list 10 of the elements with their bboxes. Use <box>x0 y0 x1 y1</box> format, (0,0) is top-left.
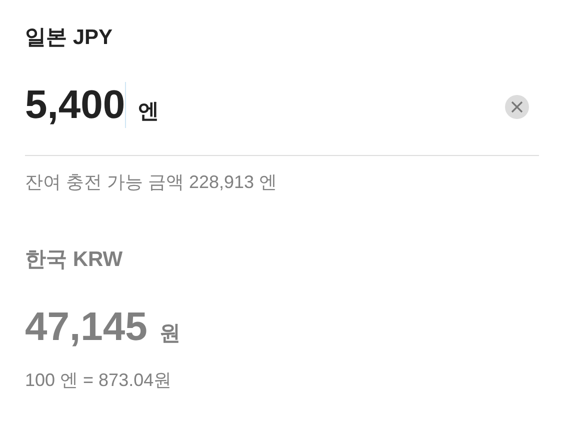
currency-label: 한국 KRW <box>25 247 124 273</box>
unit-label: 원 <box>159 321 180 347</box>
currency-label: 일본 JPY <box>25 25 114 51</box>
amount-field[interactable]: 5,400 <box>25 82 126 128</box>
balance-note: 잔여 충전 가능 금액 228,913 엔 <box>25 171 278 194</box>
converted-amount: 47,145 <box>25 304 148 350</box>
clear-button[interactable] <box>505 95 529 119</box>
close-icon <box>511 101 523 113</box>
unit-label: 엔 <box>138 99 160 125</box>
exchange-rate: 100 엔 = 873.04원 <box>25 369 173 392</box>
